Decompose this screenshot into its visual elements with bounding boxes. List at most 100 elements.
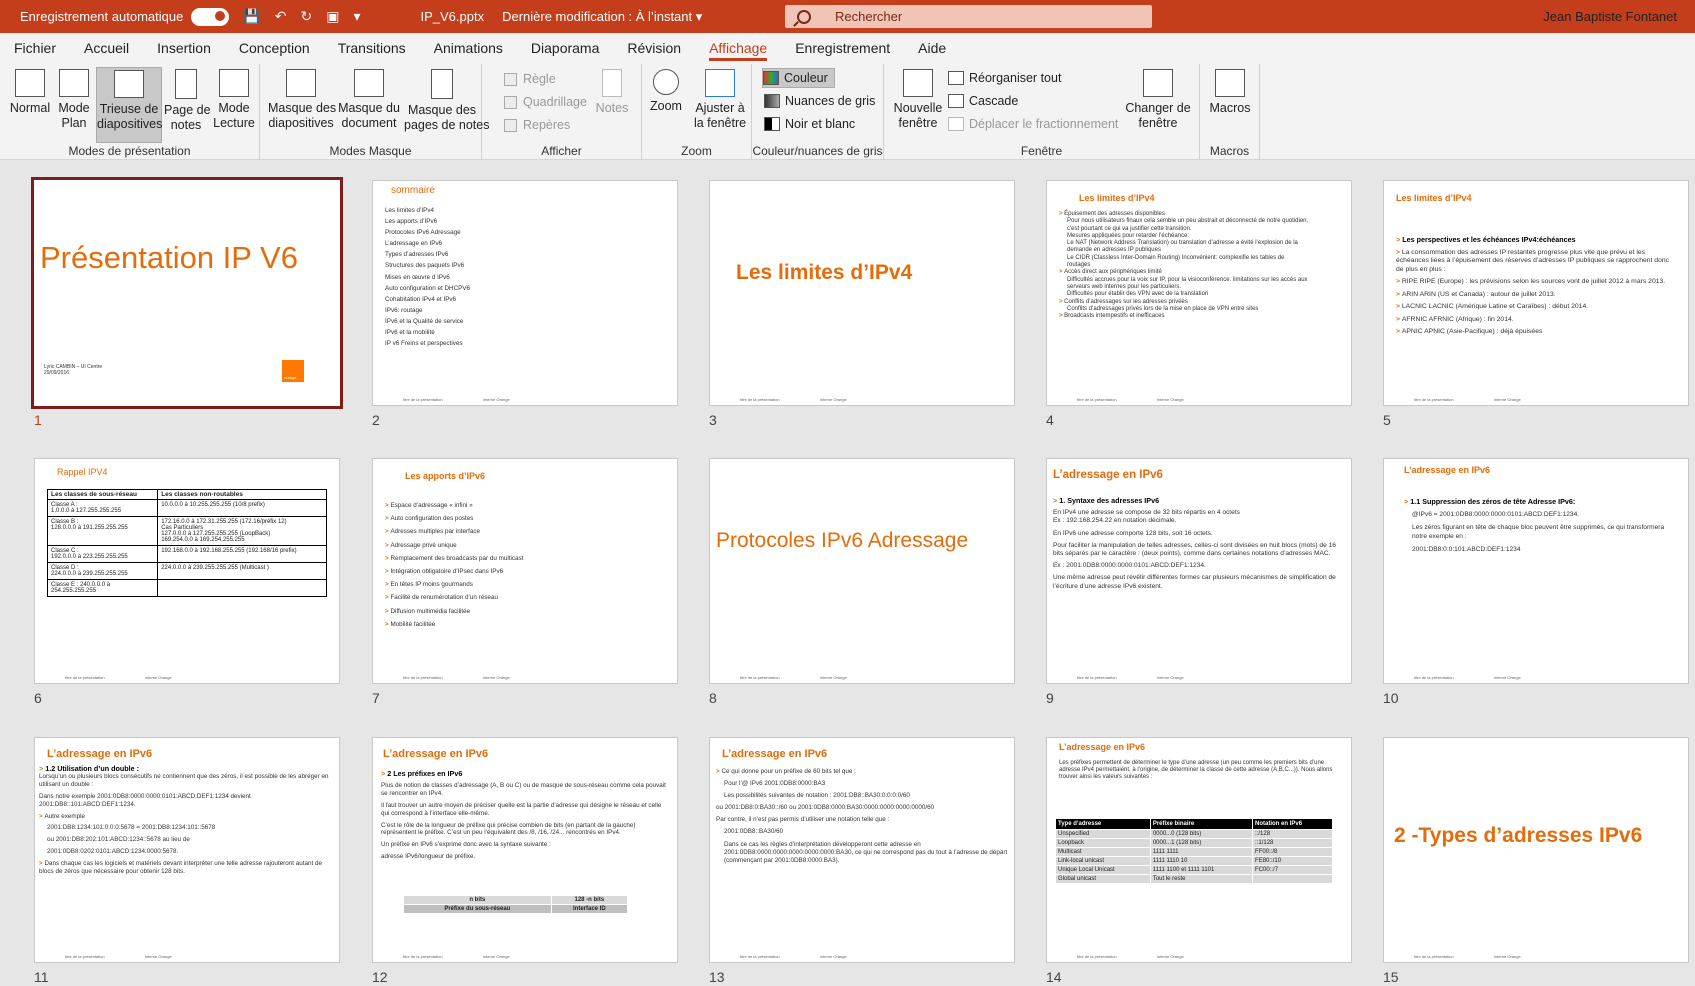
reading-view-icon: [219, 69, 249, 97]
tab-conception[interactable]: Conception: [225, 33, 324, 64]
slide-number: 14: [1046, 969, 1062, 985]
autosave-toggle[interactable]: [191, 7, 230, 26]
tab-enregistrement[interactable]: Enregistrement: [781, 33, 904, 64]
slide-text-line: > LACNIC LACNIC (Amérique Latine et Cara…: [1396, 303, 1589, 310]
slide-thumbnail[interactable]: Les limites d’IPv4 > Épuisement des adre…: [1046, 180, 1352, 406]
tab-revision[interactable]: Révision: [613, 33, 695, 64]
fit-window-button[interactable]: Ajuster à la fenêtre: [690, 67, 750, 131]
slide-sorter-button[interactable]: Trieuse de diapositives: [96, 67, 162, 143]
cascade-icon: [948, 94, 964, 108]
slide-7[interactable]: Les apports d’IPv6 > Espace d’adressage …: [372, 458, 678, 706]
slide-6[interactable]: Rappel IPV4 Les classes de sous-réseau Le…: [34, 458, 340, 706]
slide-thumbnail[interactable]: sommaire Les limites d’IPv4 Les apports d…: [372, 180, 678, 406]
slide-9[interactable]: L’adressage en IPv6 > 1. Syntaxe des adr…: [1046, 458, 1352, 706]
slide-11[interactable]: L’adressage en IPv6 > 1.2 Utilisation d’…: [34, 737, 340, 985]
search-box[interactable]: Rechercher: [785, 5, 1152, 28]
customize-toolbar-icon[interactable]: ▾: [353, 8, 360, 25]
cascade-button[interactable]: Cascade: [948, 91, 1018, 111]
slide-12[interactable]: L’adressage en IPv6 > 2 Les préfixes en …: [372, 737, 678, 985]
slide-thumbnail[interactable]: L’adressage en IPv6 > Ce qui donne pour …: [709, 737, 1015, 963]
slide-thumbnail[interactable]: L’adressage en IPv6 Les préfixes permett…: [1046, 737, 1352, 963]
slide-8[interactable]: Protocoles IPv6 Adressage titre de la pr…: [709, 458, 1015, 706]
zoom-button[interactable]: Zoom: [646, 67, 686, 114]
notes-page-button[interactable]: Page de notes: [164, 67, 211, 133]
arrange-all-icon: [948, 71, 964, 85]
slide-thumbnail[interactable]: L’adressage en IPv6 > 1.2 Utilisation d’…: [34, 737, 340, 963]
slide-master-button[interactable]: Masque des diapositives: [268, 67, 336, 131]
slide-text-line: En IPv6 une adresse comporte 128 bits, s…: [1053, 529, 1213, 537]
grayscale-button[interactable]: Nuances de gris: [764, 91, 875, 111]
table-cell: 192.168.0.0 à 192.168.255.255 (192.168/1…: [157, 545, 327, 563]
undo-icon[interactable]: ↶: [275, 8, 287, 25]
macros-icon: [1215, 69, 1245, 97]
slide-thumbnail[interactable]: Protocoles IPv6 Adressage titre de la pr…: [709, 458, 1015, 684]
ruler-checkbox[interactable]: Règle: [504, 69, 556, 89]
table-cell: Classe C : 192.0.0.0 à 223.255.255.255: [46, 545, 159, 563]
tab-animations[interactable]: Animations: [420, 33, 517, 64]
slide-text-line: > Espace d’adressage « infini »: [385, 502, 473, 509]
arrange-all-button[interactable]: Réorganiser tout: [948, 68, 1061, 88]
present-icon[interactable]: ▣: [326, 8, 339, 25]
tab-diaporama[interactable]: Diaporama: [517, 33, 613, 64]
redo-icon[interactable]: ↻: [300, 8, 312, 25]
slide-4[interactable]: Les limites d’IPv4 > Épuisement des adre…: [1046, 180, 1352, 428]
slide-10[interactable]: L’adressage en IPv6 > 1.1 Suppression de…: [1383, 458, 1689, 706]
tab-accueil[interactable]: Accueil: [70, 33, 143, 64]
slide-thumbnail[interactable]: Les limites d’IPv4 titre de la présentat…: [709, 180, 1015, 406]
slide-title: 2 -Types d’adresses IPv6: [1394, 824, 1643, 847]
slide-text-line: ou 2001:DB8:0:BA30::/60 ou 2001:0DB8:000…: [716, 804, 935, 812]
slide-1[interactable]: Présentation IP V6 Lyric CAMBIN – UI Cen…: [31, 177, 343, 428]
switch-window-button[interactable]: Changer de fenêtre: [1122, 67, 1194, 131]
slide-text-line: Ex : 2001:0DB8:0000:0000:0101:ABCD:DEF1:…: [1053, 562, 1206, 570]
new-window-button[interactable]: Nouvelle fenêtre: [890, 67, 946, 131]
slide-thumbnail[interactable]: L’adressage en IPv6 > 1.1 Suppression de…: [1383, 458, 1689, 684]
macros-button[interactable]: Macros: [1206, 67, 1254, 116]
slide-15[interactable]: 2 -Types d’adresses IPv6 titre de la pré…: [1383, 737, 1689, 985]
slide-thumbnail[interactable]: Les limites d’IPv4 > Les perspectives et…: [1383, 180, 1689, 406]
table-cell: 10.0.0.0 à 10.255.255.255 (10/8 prefix): [157, 499, 327, 517]
color-button[interactable]: Couleur: [762, 68, 835, 88]
table-header-cell: Les classes de sous-réseau: [46, 489, 159, 500]
save-icon[interactable]: 💾: [243, 8, 260, 25]
slide-thumbnail[interactable]: Les apports d’IPv6 > Espace d’adressage …: [372, 458, 678, 684]
slide-thumbnail[interactable]: Rappel IPV4 Les classes de sous-réseau Le…: [34, 458, 340, 684]
move-split-button[interactable]: Déplacer le fractionnement: [948, 114, 1118, 134]
notes-master-button[interactable]: Masque des pages de notes: [404, 67, 490, 133]
outline-view-button[interactable]: Mode Plan: [54, 67, 94, 131]
slide-5[interactable]: Les limites d’IPv4 > Les perspectives et…: [1383, 180, 1689, 428]
slide-thumbnail[interactable]: 2 -Types d’adresses IPv6 titre de la pré…: [1383, 737, 1689, 963]
group-label-afficher: Afficher: [541, 144, 582, 158]
handout-master-button[interactable]: Masque du document: [336, 67, 402, 131]
tab-aide[interactable]: Aide: [904, 33, 960, 64]
tab-fichier[interactable]: Fichier: [0, 33, 70, 64]
slide-thumbnail[interactable]: Présentation IP V6 Lyric CAMBIN – UI Cen…: [31, 177, 343, 409]
user-name[interactable]: Jean Baptiste Fontanet: [1543, 9, 1677, 24]
slide-13[interactable]: L’adressage en IPv6 > Ce qui donne pour …: [709, 737, 1015, 985]
group-zoom: Zoom Ajuster à la fenêtre Zoom: [642, 64, 752, 160]
tab-transitions[interactable]: Transitions: [324, 33, 420, 64]
tab-insertion[interactable]: Insertion: [143, 33, 225, 64]
gridlines-checkbox[interactable]: Quadrillage: [504, 92, 587, 112]
black-white-icon: [764, 117, 780, 131]
slide-14[interactable]: L’adressage en IPv6 Les préfixes permett…: [1046, 737, 1352, 985]
normal-view-button[interactable]: Normal: [8, 67, 52, 116]
slide-3[interactable]: Les limites d’IPv4 titre de la présentat…: [709, 180, 1015, 428]
ribbon-tabs: Fichier Accueil Insertion Conception Tra…: [0, 33, 1695, 64]
notes-button[interactable]: Notes: [590, 67, 634, 116]
slide-title: L’adressage en IPv6: [1404, 465, 1491, 475]
reading-view-button[interactable]: Mode Lecture: [212, 67, 256, 131]
tab-affichage[interactable]: Affichage: [695, 33, 781, 64]
slide-text-line: Mises en œuvre d IPv6: [385, 273, 450, 281]
slide-body: > 1.1 Suppression des zéros de tête Adre…: [1404, 497, 1674, 554]
table-cell: [157, 579, 327, 597]
slide-2[interactable]: sommaire Les limites d’IPv4 Les apports d…: [372, 180, 678, 428]
slide-thumbnail[interactable]: L’adressage en IPv6 > 1. Syntaxe des adr…: [1046, 458, 1352, 684]
slide-text-line: Les possibilités suivantes de notation :…: [724, 792, 910, 800]
slide-thumbnail[interactable]: L’adressage en IPv6 > 2 Les préfixes en …: [372, 737, 678, 963]
slide-body: > Les perspectives et les échéances IPv4…: [1396, 235, 1671, 337]
slide-number: 9: [1046, 690, 1054, 706]
last-modified[interactable]: Dernière modification : À l’instant ▾: [502, 9, 702, 25]
black-white-button[interactable]: Noir et blanc: [764, 114, 855, 134]
search-placeholder: Rechercher: [835, 9, 903, 24]
guides-checkbox[interactable]: Repères: [504, 115, 570, 135]
